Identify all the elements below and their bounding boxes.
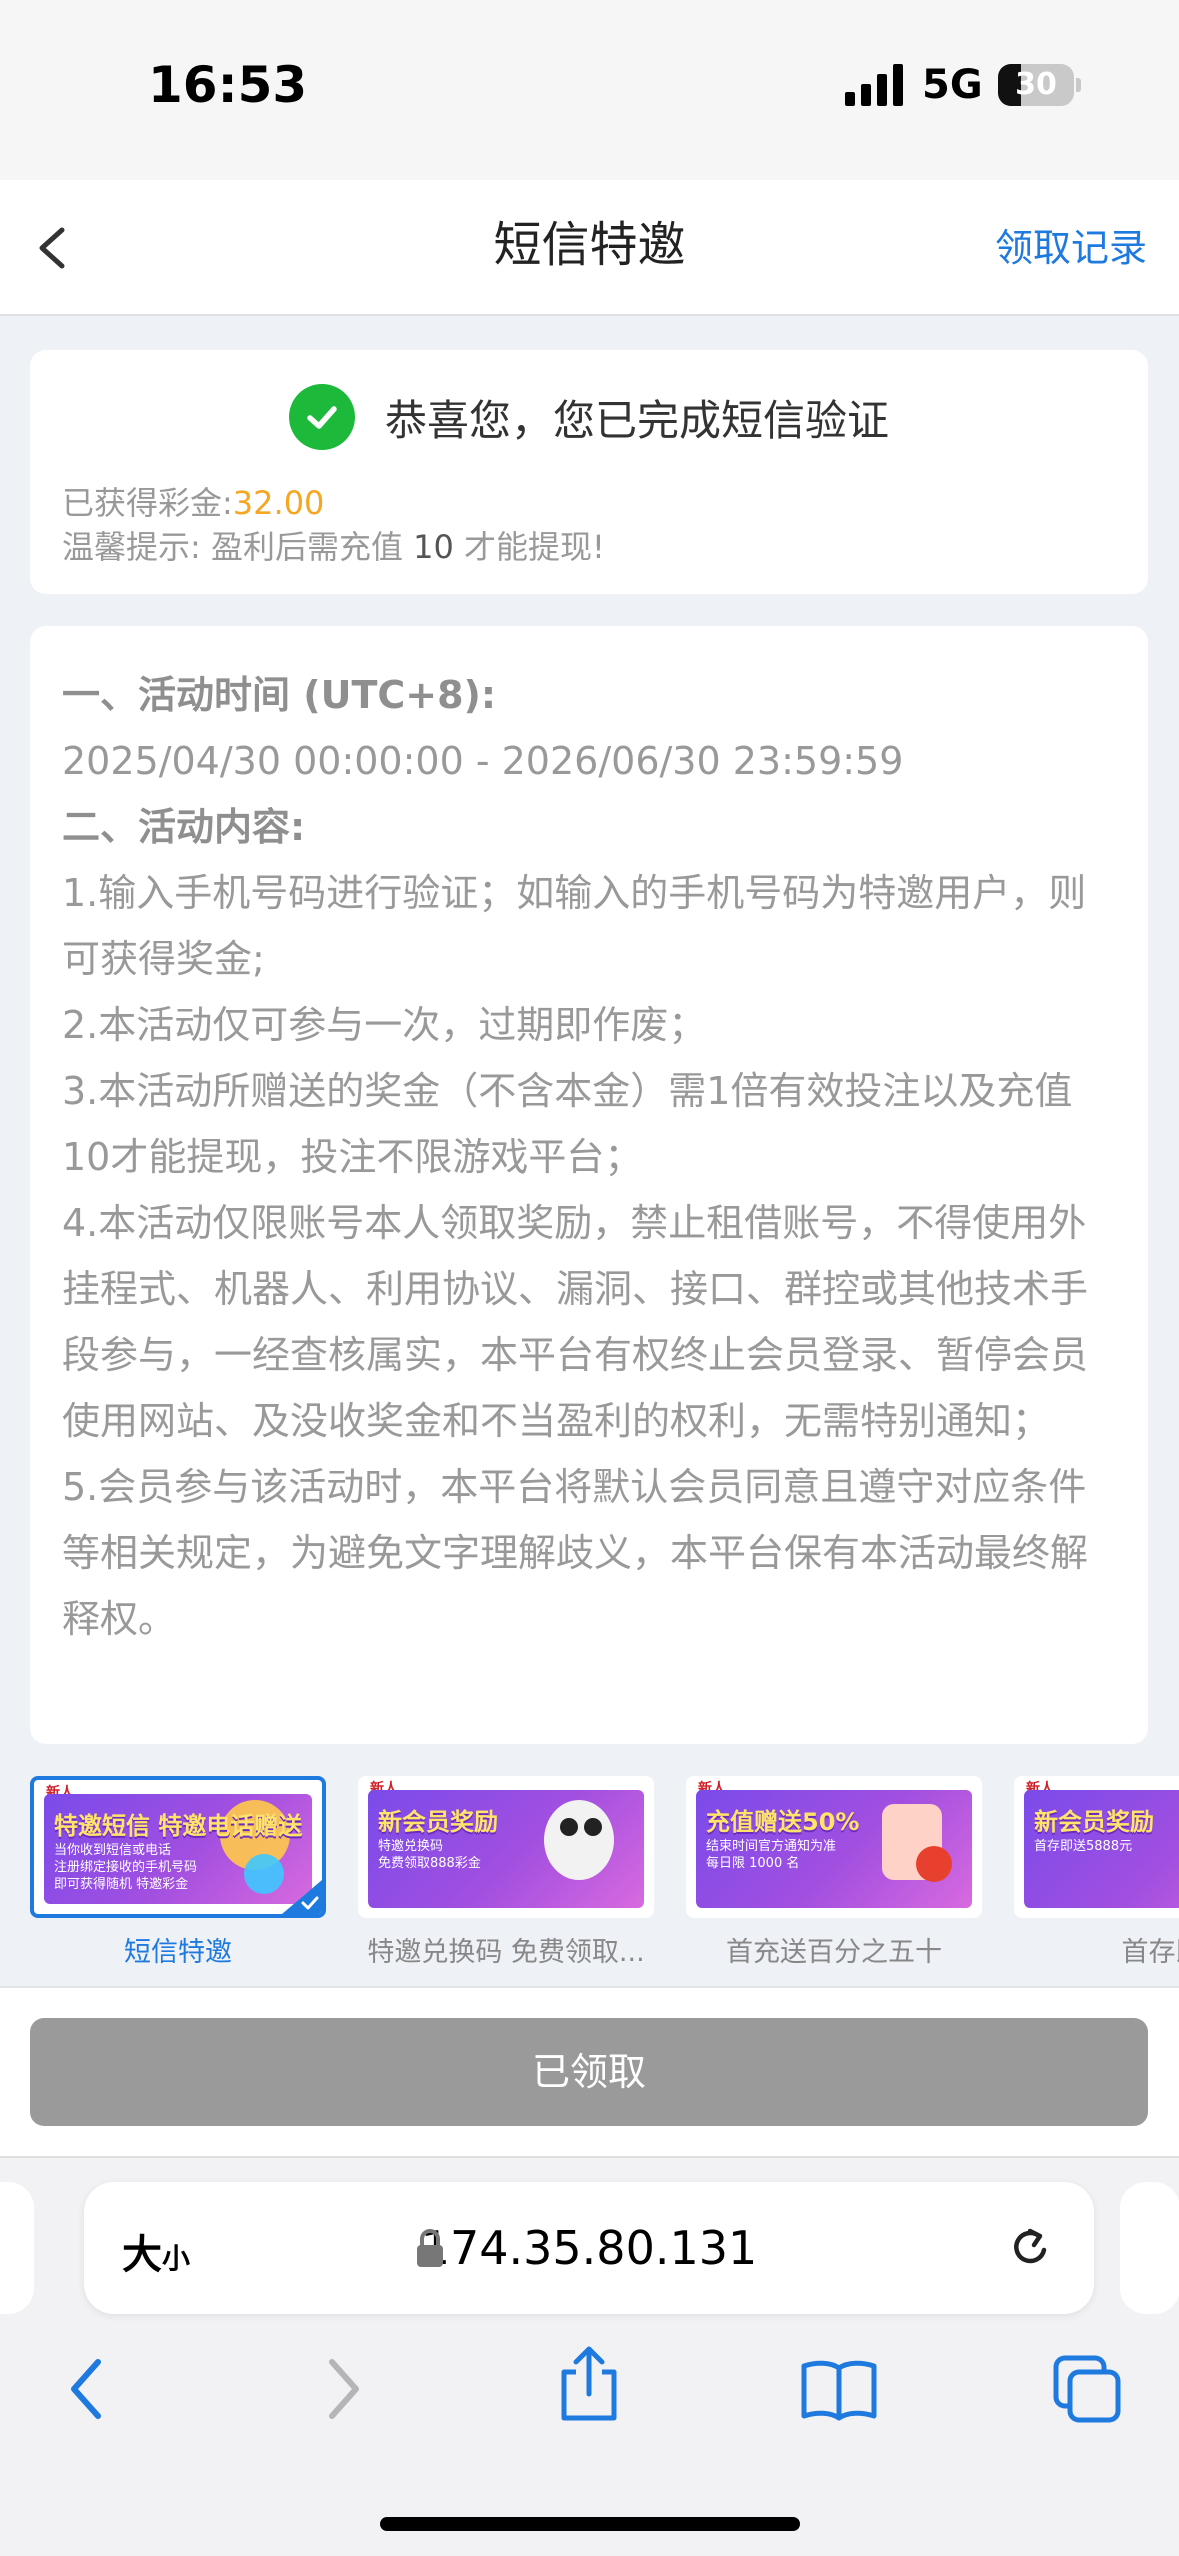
- lock-icon: [417, 2229, 443, 2267]
- share-icon[interactable]: [554, 2344, 624, 2424]
- promo-item-deposit-bonus[interactable]: 新人 新会员奖励 首存即送5888元 首存即: [1014, 1776, 1179, 1968]
- rules-line: 4.本活动仅限账号本人领取奖励，禁止租借账号，不得使用外挂程式、机器人、利用协议…: [62, 1201, 1089, 1443]
- previous-tab-preview[interactable]: [0, 2182, 34, 2314]
- tip-suffix: 才能提现!: [453, 528, 605, 566]
- claim-area: 已领取: [0, 1986, 1179, 2156]
- signal-icon: [845, 64, 903, 106]
- promo-label: 短信特邀: [124, 1937, 232, 1968]
- battery-icon: 30: [998, 64, 1074, 106]
- verification-card: 恭喜您，您已完成短信验证 已获得彩金:32.00 温馨提示: 盈利后需充值 10…: [30, 350, 1148, 594]
- rules-line: 一、活动时间 (UTC+8):: [62, 673, 497, 717]
- verify-row: 恭喜您，您已完成短信验证: [30, 382, 1148, 452]
- promo-banner: 新人 新会员奖励 特邀兑换码 免费领取888彩金: [358, 1776, 654, 1918]
- address-bar[interactable]: 大小 174.35.80.131: [84, 2182, 1094, 2314]
- rules-line: 2.本活动仅可参与一次，过期即作废；: [62, 1003, 707, 1047]
- status-bar: 16:53 5G 30: [0, 0, 1179, 180]
- promo-label: 特邀兑换码 免费领取...: [367, 1937, 645, 1968]
- back-button[interactable]: [26, 216, 82, 280]
- rules-line: 1.输入手机号码进行验证；如输入的手机号码为特邀用户，则可获得奖金;: [62, 871, 1087, 981]
- rules-line: 3.本活动所赠送的奖金（不含本金）需1倍有效投注以及充值10才能提现，投注不限游…: [62, 1069, 1073, 1179]
- rules-line: 5.会员参与该活动时，本平台将默认会员同意且遵守对应条件等相关规定，为避免文字理…: [62, 1465, 1089, 1641]
- claim-record-link[interactable]: 领取记录: [995, 220, 1147, 276]
- reload-icon[interactable]: [1004, 2222, 1056, 2274]
- promo-banner-sub: 当你收到短信或电话 注册绑定接收的手机号码 即可获得随机 特邀彩金: [54, 1843, 198, 1892]
- network-type: 5G: [922, 62, 983, 108]
- nav-bar: 短信特邀 领取记录: [0, 180, 1179, 316]
- promo-banner-sub: 特邀兑换码 免费领取888彩金: [378, 1839, 481, 1871]
- battery-level: 30: [1015, 67, 1057, 102]
- bonus-label: 已获得彩金:: [62, 484, 233, 522]
- battery-cap: [1076, 78, 1081, 92]
- url-text: 174.35.80.131: [420, 2221, 758, 2275]
- promo-label: 首充送百分之五十: [726, 1937, 942, 1968]
- tip-amount: 10: [413, 528, 454, 566]
- promo-banner-sub: 结束时间官方通知为准 每日限 1000 名: [706, 1839, 837, 1871]
- bonus-value: 32.00: [232, 484, 325, 522]
- success-check-icon: [288, 384, 355, 450]
- back-icon[interactable]: [64, 2354, 112, 2424]
- promo-banner-title: 新会员奖励: [378, 1808, 498, 1836]
- activity-rules-card: 一、活动时间 (UTC+8): 2025/04/30 00:00:00 - 20…: [30, 626, 1148, 1744]
- promo-banner-sub: 首存即送5888元: [1034, 1839, 1133, 1854]
- rules-line: 二、活动内容:: [62, 805, 306, 849]
- promo-label: 首存即: [1121, 1937, 1179, 1968]
- chevron-left-icon: [39, 227, 65, 269]
- promo-banner-title: 充值赠送50%: [706, 1808, 860, 1836]
- promo-banner-title: 新会员奖励: [1034, 1808, 1154, 1836]
- home-indicator: [380, 2517, 800, 2531]
- verify-message: 恭喜您，您已完成短信验证: [384, 395, 889, 445]
- tabs-icon[interactable]: [1052, 2354, 1122, 2424]
- promo-strip[interactable]: 新人 特邀短信 特邀电话赠送 当你收到短信或电话 注册绑定接收的手机号码 即可获…: [30, 1776, 1179, 1976]
- promo-banner-title: 特邀短信 特邀电话赠送: [54, 1812, 303, 1840]
- promo-item-sms-invite[interactable]: 新人 特邀短信 特邀电话赠送 当你收到短信或电话 注册绑定接收的手机号码 即可获…: [30, 1776, 326, 1968]
- promo-banner: 新人 新会员奖励 首存即送5888元: [1014, 1776, 1179, 1918]
- promo-item-first-deposit[interactable]: 新人 充值赠送50% 结束时间官方通知为准 每日限 1000 名 首充送百分之五…: [686, 1776, 982, 1968]
- bookmarks-icon[interactable]: [800, 2358, 878, 2422]
- rules-line: 2025/04/30 00:00:00 - 2026/06/30 23:59:5…: [62, 739, 904, 783]
- browser-toolbar: 大小 174.35.80.131: [0, 2156, 1179, 2556]
- status-time: 16:53: [148, 56, 308, 114]
- promo-banner: 新人 特邀短信 特邀电话赠送 当你收到短信或电话 注册绑定接收的手机号码 即可获…: [30, 1776, 326, 1918]
- withdraw-tip: 温馨提示: 盈利后需充值 10 才能提现!: [62, 522, 605, 568]
- tip-prefix: 温馨提示: 盈利后需充值: [62, 528, 414, 566]
- promo-banner: 新人 充值赠送50% 结束时间官方通知为准 每日限 1000 名: [686, 1776, 982, 1918]
- promo-item-redeem-code[interactable]: 新人 新会员奖励 特邀兑换码 免费领取888彩金 特邀兑换码 免费领取...: [358, 1776, 654, 1968]
- forward-icon[interactable]: [318, 2354, 366, 2424]
- claimed-button[interactable]: 已领取: [30, 2018, 1148, 2126]
- next-tab-preview[interactable]: [1120, 2182, 1179, 2314]
- bonus-line: 已获得彩金:32.00: [62, 478, 324, 524]
